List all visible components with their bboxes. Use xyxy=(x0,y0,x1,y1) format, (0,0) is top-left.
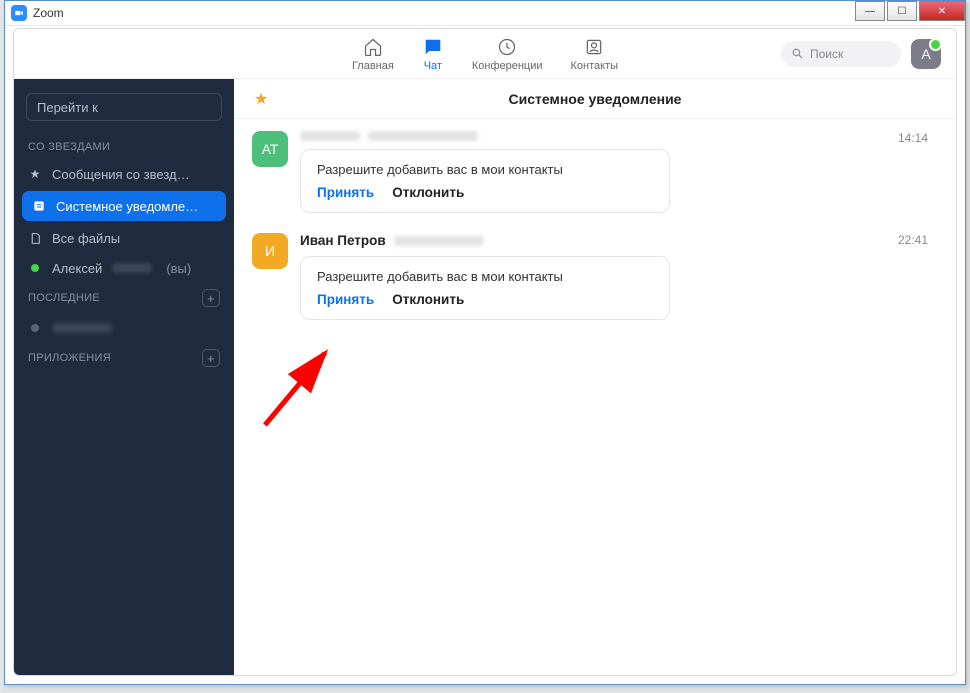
close-button[interactable]: ✕ xyxy=(919,1,965,21)
star-icon: ★ xyxy=(28,167,42,181)
search-input[interactable]: Поиск xyxy=(781,41,901,67)
blurred-email xyxy=(394,236,484,246)
nav-conferences[interactable]: Конференции xyxy=(472,36,543,72)
contact-request-card: Разрешите добавить вас в мои контакты Пр… xyxy=(300,256,670,320)
main-panel: ★ Системное уведомление AT xyxy=(234,79,956,675)
clock-icon xyxy=(496,36,518,58)
title-bar[interactable]: Zoom — ☐ ✕ xyxy=(5,1,965,26)
section-starred: СО ЗВЕЗДАМИ xyxy=(14,135,234,159)
message-time: 14:14 xyxy=(898,131,928,145)
sidebar-item-system-notif[interactable]: Системное уведомле… xyxy=(22,191,226,221)
chat-icon xyxy=(422,36,444,58)
accept-button[interactable]: Принять xyxy=(317,185,374,200)
zoom-logo-icon xyxy=(11,5,27,21)
minimize-button[interactable]: — xyxy=(855,1,885,21)
blurred-name xyxy=(300,131,360,141)
request-text: Разрешите добавить вас в мои контакты xyxy=(317,162,653,177)
section-apps: ПРИЛОЖЕНИЯ + xyxy=(14,343,234,373)
add-app-button[interactable]: + xyxy=(202,349,220,367)
message-time: 22:41 xyxy=(898,233,928,247)
file-icon xyxy=(28,232,42,245)
contact-request-card: Разрешите добавить вас в мои контакты Пр… xyxy=(300,149,670,213)
presence-dot-icon xyxy=(28,324,42,332)
sidebar-item-recent-1[interactable] xyxy=(14,313,234,343)
star-icon[interactable]: ★ xyxy=(254,89,268,109)
chat-header: ★ Системное уведомление xyxy=(234,79,956,119)
sender-avatar[interactable]: AT xyxy=(252,131,288,167)
section-recent: ПОСЛЕДНИЕ + xyxy=(14,283,234,313)
home-icon xyxy=(362,36,384,58)
nav-contacts[interactable]: Контакты xyxy=(571,36,619,72)
presence-dot-icon xyxy=(28,264,42,272)
maximize-button[interactable]: ☐ xyxy=(887,1,917,21)
message-item: AT Разрешите добавить вас в мои контакты xyxy=(252,131,938,213)
search-icon xyxy=(791,47,804,60)
request-text: Разрешите добавить вас в мои контакты xyxy=(317,269,653,284)
sidebar-item-starred-msgs[interactable]: ★ Сообщения со звезд… xyxy=(14,159,234,189)
profile-avatar-button[interactable]: A xyxy=(911,39,941,69)
window-title: Zoom xyxy=(33,6,64,20)
sidebar-item-me[interactable]: Алексей (вы) xyxy=(14,253,234,283)
decline-button[interactable]: Отклонить xyxy=(392,292,464,307)
blurred-email xyxy=(368,131,478,141)
nav-home[interactable]: Главная xyxy=(352,36,394,72)
add-recent-button[interactable]: + xyxy=(202,289,220,307)
decline-button[interactable]: Отклонить xyxy=(392,185,464,200)
contacts-icon xyxy=(583,36,605,58)
sender-name: Иван Петров xyxy=(300,233,386,248)
accept-button[interactable]: Принять xyxy=(317,292,374,307)
sidebar: Перейти к СО ЗВЕЗДАМИ ★ Сообщения со зве… xyxy=(14,79,234,675)
message-item: И Иван Петров Разрешите добавить вас в м… xyxy=(252,233,938,320)
blurred-text xyxy=(52,323,112,333)
top-nav-bar: Главная Чат Конференции xyxy=(14,29,956,79)
chat-title: Системное уведомление xyxy=(509,91,682,107)
app-window: Zoom — ☐ ✕ Главная xyxy=(4,0,966,685)
jump-to-input[interactable]: Перейти к xyxy=(26,93,222,121)
nav-chat[interactable]: Чат xyxy=(422,36,444,72)
sender-avatar[interactable]: И xyxy=(252,233,288,269)
blurred-text xyxy=(112,263,152,273)
sidebar-item-all-files[interactable]: Все файлы xyxy=(14,223,234,253)
square-icon xyxy=(32,199,46,213)
